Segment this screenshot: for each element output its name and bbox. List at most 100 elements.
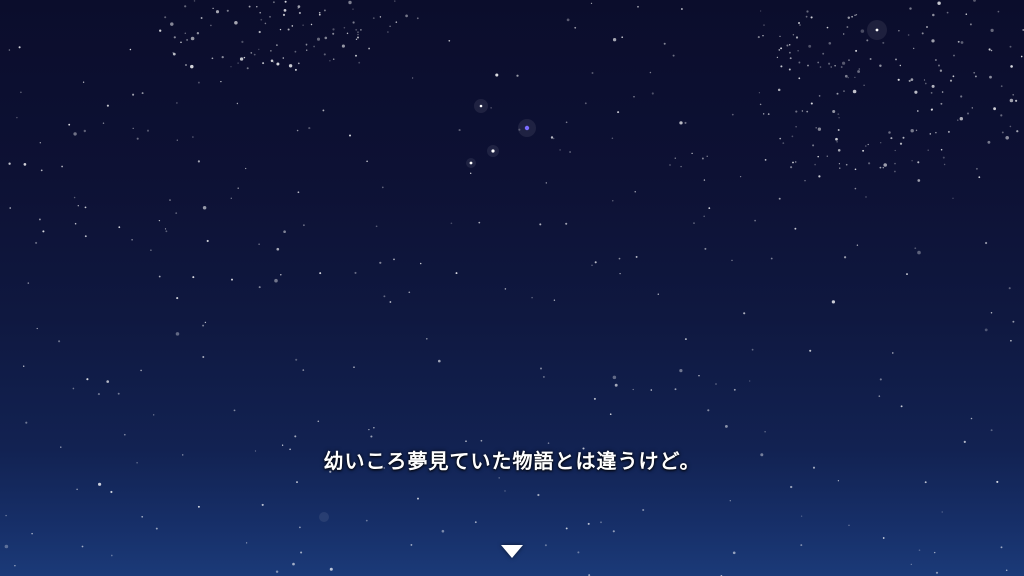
star bbox=[574, 26, 577, 29]
star bbox=[855, 13, 858, 16]
star bbox=[929, 133, 932, 135]
star bbox=[202, 324, 205, 327]
star bbox=[184, 5, 187, 8]
star bbox=[817, 127, 822, 131]
star bbox=[862, 149, 865, 152]
star bbox=[924, 481, 927, 484]
star bbox=[940, 102, 943, 105]
star bbox=[650, 389, 653, 391]
star bbox=[553, 299, 556, 301]
star bbox=[210, 24, 212, 27]
star bbox=[969, 23, 972, 26]
star bbox=[837, 113, 840, 115]
star bbox=[953, 54, 955, 57]
bright-star bbox=[875, 28, 879, 32]
star bbox=[193, 0, 196, 2]
bright-star bbox=[479, 104, 483, 108]
star bbox=[276, 247, 280, 251]
star bbox=[987, 140, 991, 144]
star bbox=[842, 61, 846, 65]
star bbox=[725, 425, 728, 428]
star bbox=[826, 26, 829, 29]
star bbox=[190, 36, 195, 41]
star bbox=[938, 64, 940, 67]
star bbox=[854, 168, 857, 171]
star bbox=[947, 130, 950, 133]
star bbox=[978, 176, 981, 179]
star bbox=[854, 14, 856, 16]
star bbox=[298, 11, 301, 15]
star bbox=[258, 48, 260, 51]
star bbox=[788, 44, 791, 46]
star bbox=[591, 72, 594, 74]
star bbox=[175, 212, 178, 214]
star bbox=[780, 47, 783, 50]
star bbox=[132, 93, 135, 96]
star bbox=[370, 435, 373, 438]
star bbox=[637, 5, 639, 8]
star bbox=[38, 218, 41, 221]
star bbox=[27, 282, 30, 284]
star bbox=[302, 24, 304, 26]
star bbox=[933, 551, 936, 554]
star bbox=[16, 116, 18, 119]
star bbox=[395, 21, 398, 23]
star bbox=[902, 136, 905, 139]
star bbox=[110, 490, 113, 494]
star bbox=[1001, 131, 1004, 134]
star bbox=[197, 505, 200, 508]
star bbox=[480, 439, 483, 442]
star bbox=[651, 92, 654, 95]
star bbox=[39, 142, 41, 144]
star bbox=[846, 26, 849, 28]
star bbox=[990, 429, 993, 432]
star bbox=[416, 17, 419, 20]
star bbox=[957, 40, 960, 43]
star bbox=[180, 41, 182, 44]
star bbox=[375, 225, 378, 228]
star bbox=[848, 59, 850, 61]
star bbox=[279, 28, 282, 31]
star bbox=[260, 18, 263, 21]
star bbox=[280, 274, 282, 276]
star bbox=[931, 84, 935, 88]
star bbox=[305, 44, 308, 46]
star bbox=[900, 405, 903, 408]
star bbox=[779, 35, 781, 37]
star bbox=[234, 21, 238, 25]
star bbox=[302, 369, 305, 371]
star bbox=[880, 142, 882, 144]
star bbox=[805, 15, 808, 18]
star bbox=[707, 409, 710, 412]
star bbox=[360, 29, 362, 31]
star bbox=[82, 81, 85, 83]
star bbox=[960, 95, 963, 98]
star bbox=[674, 157, 677, 159]
star bbox=[450, 222, 453, 225]
star bbox=[408, 291, 411, 294]
star bbox=[917, 161, 920, 164]
game-scene[interactable]: 幼いころ夢見ていた物語とは違うけど。 bbox=[0, 0, 1024, 576]
star bbox=[798, 61, 801, 64]
star bbox=[828, 42, 832, 45]
star bbox=[202, 206, 207, 210]
star bbox=[83, 129, 86, 133]
star bbox=[990, 28, 994, 32]
star bbox=[123, 433, 126, 436]
star bbox=[186, 38, 189, 41]
star bbox=[294, 50, 297, 53]
star bbox=[941, 511, 943, 513]
star bbox=[323, 53, 326, 56]
star bbox=[355, 38, 358, 41]
star bbox=[882, 41, 885, 44]
star bbox=[155, 527, 158, 530]
star bbox=[612, 375, 617, 380]
star bbox=[930, 92, 933, 94]
star bbox=[302, 224, 305, 227]
star bbox=[892, 352, 894, 354]
star bbox=[253, 53, 256, 56]
star bbox=[294, 435, 297, 438]
advance-triangle-down-icon[interactable] bbox=[501, 545, 523, 558]
star bbox=[860, 29, 865, 33]
star bbox=[932, 13, 935, 17]
